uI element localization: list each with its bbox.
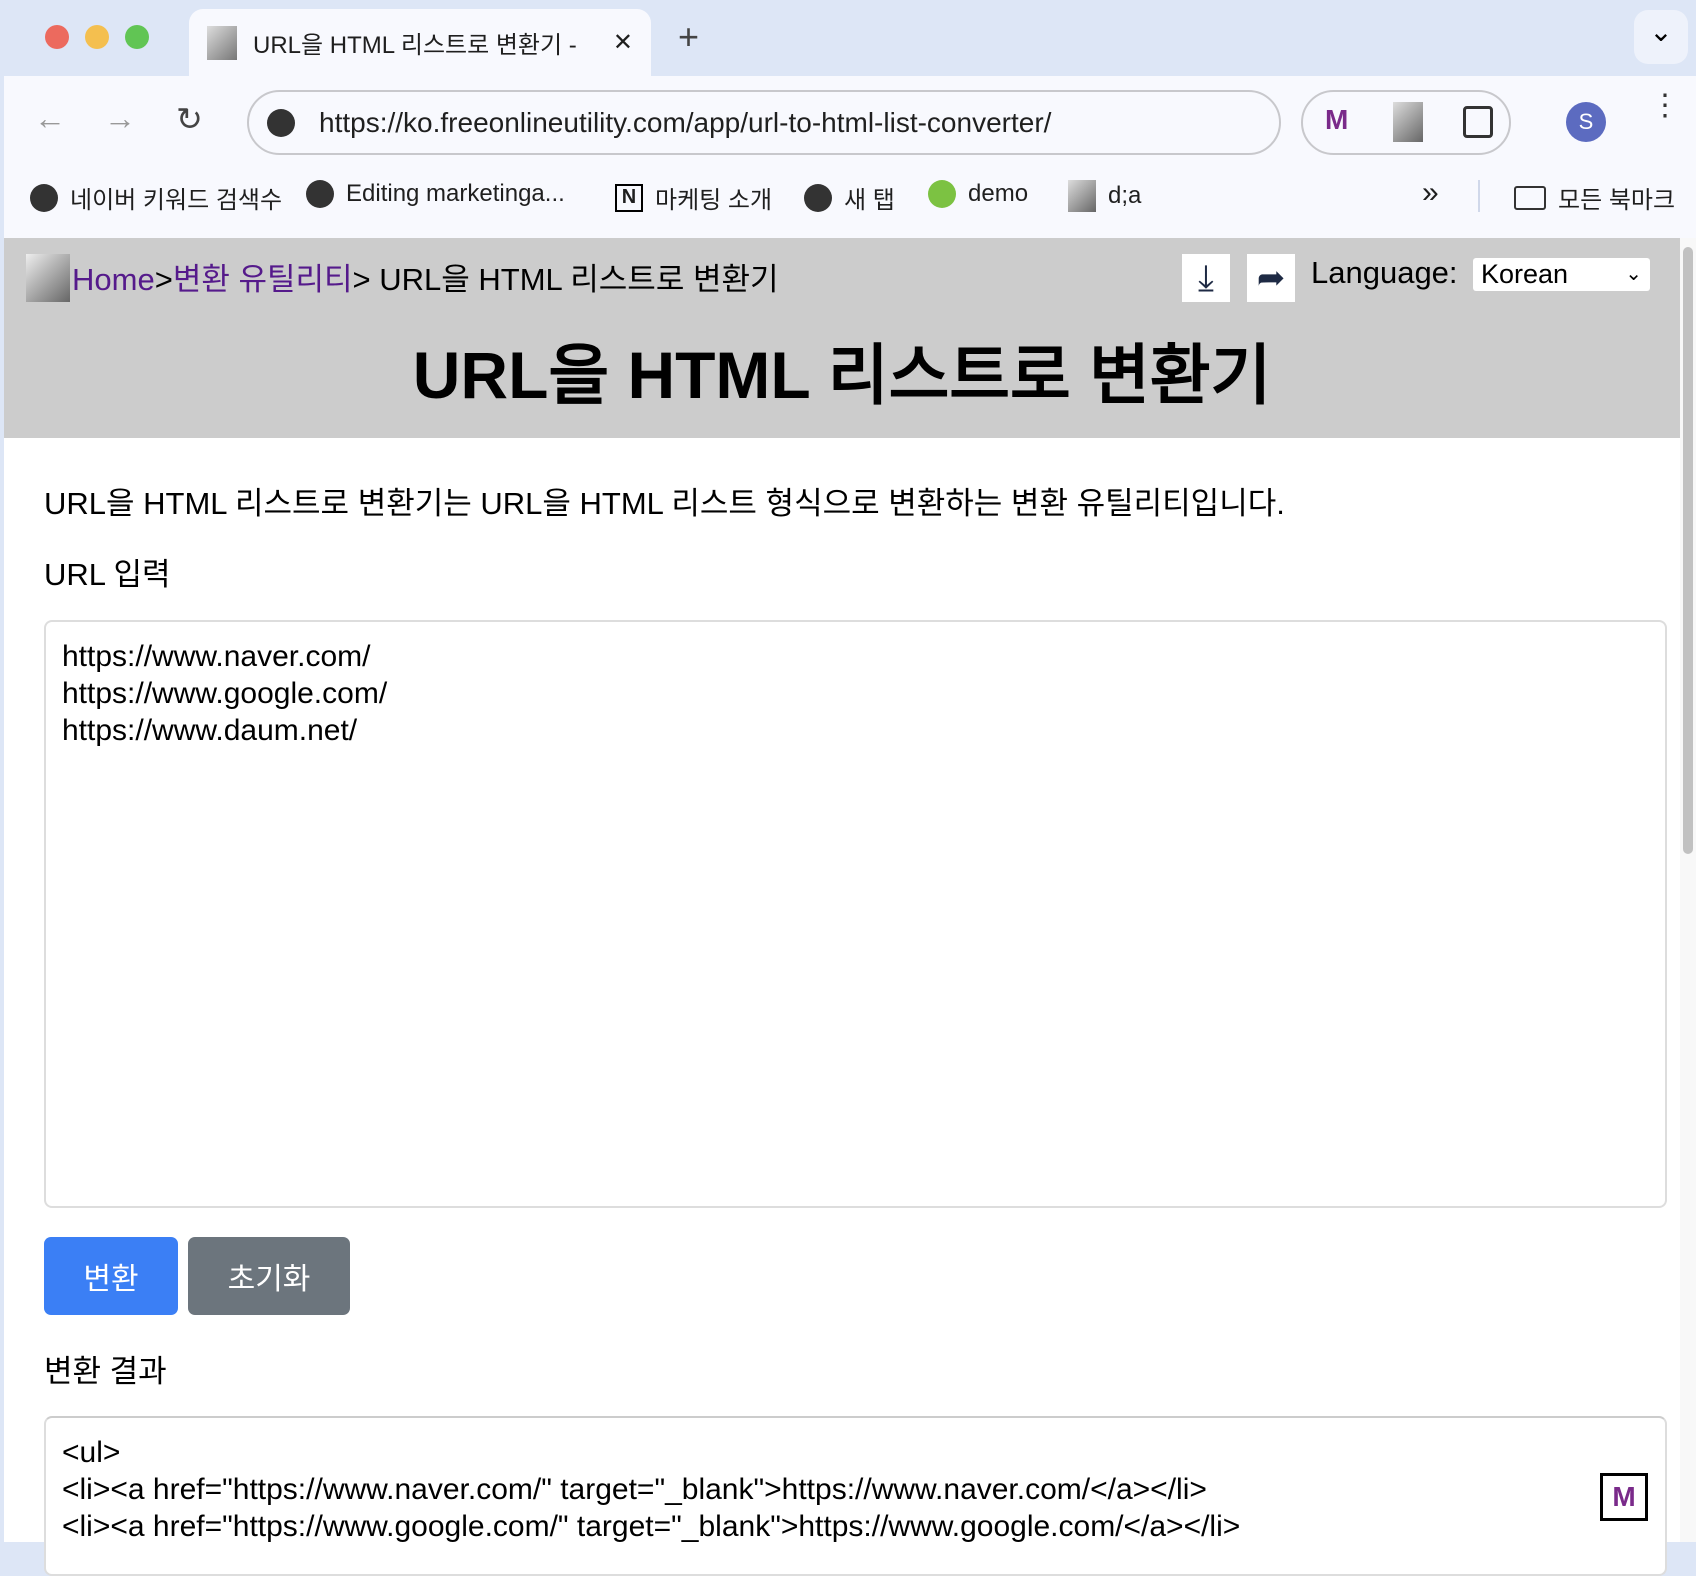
bookmark-da[interactable]: d;a: [1068, 180, 1141, 212]
puzzle-icon[interactable]: [1463, 106, 1493, 138]
forward-button[interactable]: →: [104, 100, 136, 137]
tab-title: URL을 HTML 리스트로 변환기 -: [253, 32, 577, 59]
github-icon: [306, 180, 334, 208]
globe-icon: [30, 183, 58, 212]
globe-icon: [804, 183, 832, 212]
bookmark-new-tab[interactable]: 새 탭: [804, 180, 895, 215]
url-text: https://ko.freeonlineutility.com/app/url…: [319, 106, 1052, 138]
site-info-icon[interactable]: [267, 109, 295, 137]
output-label: 변환 결과: [44, 1354, 167, 1389]
wrench-icon: [207, 25, 237, 60]
notion-icon: N: [615, 183, 643, 212]
back-button[interactable]: ←: [34, 100, 66, 137]
wrench-icon: [1068, 180, 1096, 212]
language-label: Language:: [1311, 255, 1458, 290]
demo-icon: [928, 180, 956, 208]
description: URL을 HTML 리스트로 변환기는 URL을 HTML 리스트 형식으로 변…: [44, 486, 1285, 521]
breadcrumb-current: > URL을 HTML 리스트로 변환기: [352, 262, 779, 297]
m-extension-icon[interactable]: M: [1325, 104, 1348, 136]
menu-icon[interactable]: ⋮: [1650, 91, 1680, 121]
language-select[interactable]: Korean ⌄: [1473, 258, 1650, 291]
breadcrumb-home[interactable]: Home: [72, 262, 155, 297]
address-bar[interactable]: https://ko.freeonlineutility.com/app/url…: [247, 90, 1281, 155]
input-label: URL 입력: [44, 557, 171, 592]
tab-search-button[interactable]: ⌄: [1634, 10, 1688, 64]
bookmark-marketing[interactable]: N 마케팅 소개: [615, 180, 772, 215]
convert-button[interactable]: 변환: [44, 1237, 178, 1315]
wrench-extension-icon[interactable]: [1393, 102, 1423, 142]
more-bookmarks-button[interactable]: »: [1422, 176, 1439, 210]
m-extension-floating-icon[interactable]: M: [1600, 1473, 1648, 1521]
share-icon[interactable]: ➦: [1247, 254, 1295, 302]
reset-button[interactable]: 초기화: [188, 1237, 350, 1315]
download-icon[interactable]: ⤓: [1182, 254, 1230, 302]
scrollbar-thumb[interactable]: [1683, 247, 1693, 854]
bookmark-demo[interactable]: demo: [928, 180, 1028, 208]
profile-avatar[interactable]: S: [1566, 102, 1606, 142]
site-logo-icon[interactable]: [26, 254, 70, 302]
breadcrumb: Home>변환 유틸리티> URL을 HTML 리스트로 변환기: [72, 262, 779, 297]
maximize-window-button[interactable]: [125, 25, 149, 49]
chevron-down-icon: ⌄: [1625, 263, 1642, 285]
bookmark-editing[interactable]: Editing marketinga...: [306, 180, 565, 208]
url-input-textarea[interactable]: https://www.naver.com/ https://www.googl…: [44, 620, 1667, 1208]
bookmarks-divider: [1478, 180, 1480, 212]
close-window-button[interactable]: [45, 25, 69, 49]
minimize-window-button[interactable]: [85, 25, 109, 49]
browser-tab[interactable]: URL을 HTML 리스트로 변환기 - ✕: [189, 9, 651, 76]
all-bookmarks-button[interactable]: 모든 북마크: [1514, 180, 1675, 215]
tab-close-icon[interactable]: ✕: [613, 28, 633, 57]
folder-icon: [1514, 185, 1546, 210]
bookmark-naver[interactable]: 네이버 키워드 검색수: [30, 180, 282, 215]
page-title: URL을 HTML 리스트로 변환기: [412, 338, 1272, 412]
output-textarea[interactable]: <ul> <li><a href="https://www.naver.com/…: [44, 1416, 1667, 1576]
extensions-area: M: [1301, 90, 1511, 155]
breadcrumb-category[interactable]: 변환 유틸리티: [173, 262, 353, 297]
reload-button[interactable]: ↻: [176, 100, 203, 138]
new-tab-button[interactable]: +: [678, 16, 699, 58]
